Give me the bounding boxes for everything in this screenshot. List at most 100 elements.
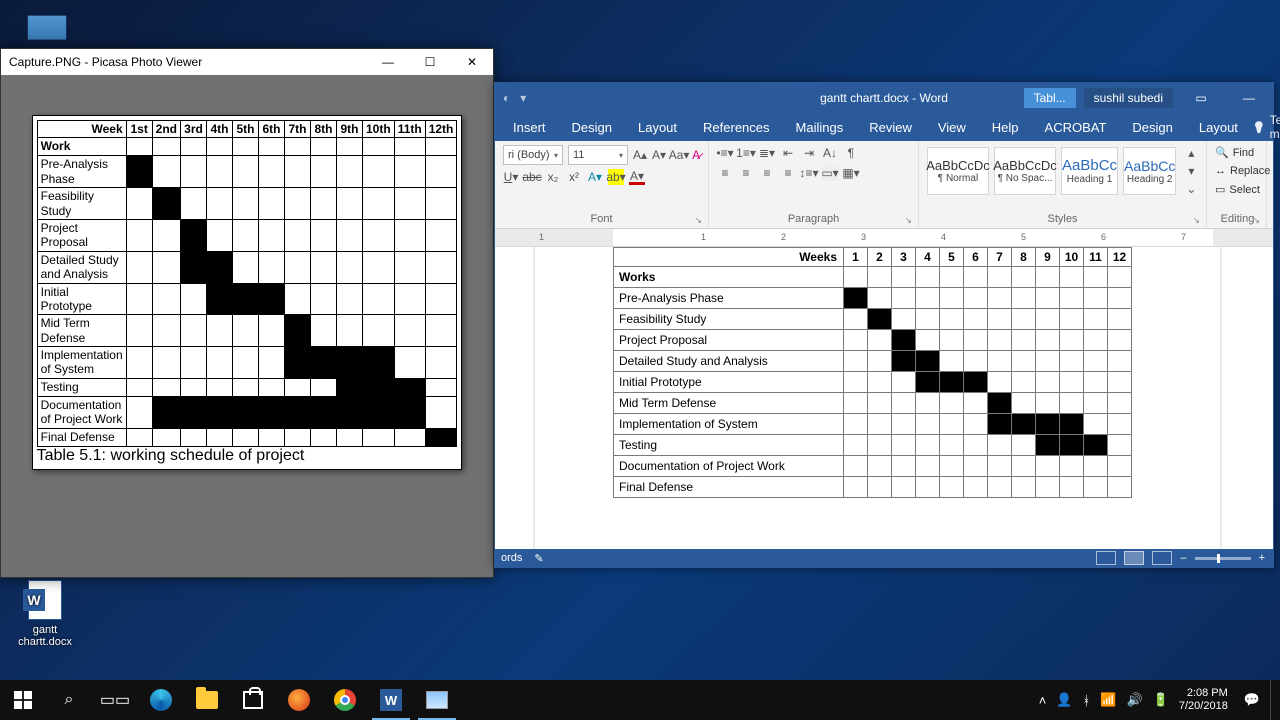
underline-icon[interactable]: U▾ <box>503 169 519 185</box>
highlight-icon[interactable]: ab▾ <box>608 169 624 185</box>
word-document-area[interactable]: Weeks123456789101112WorksPre-Analysis Ph… <box>495 247 1273 549</box>
shrink-font-icon[interactable]: A▾ <box>652 147 666 163</box>
ribbon-tab-help[interactable]: Help <box>980 115 1031 141</box>
desktop-icon-gantt-docx[interactable]: gantt chartt.docx <box>10 580 80 648</box>
zoom-out-icon[interactable]: – <box>1180 552 1186 564</box>
tray-volume-icon[interactable]: 🔊 <box>1127 692 1143 708</box>
font-color-icon[interactable]: A▾ <box>629 169 645 185</box>
select-button[interactable]: ▭Select <box>1215 182 1258 197</box>
align-left-icon[interactable]: ≡ <box>717 165 733 181</box>
close-button[interactable]: ✕ <box>451 49 493 75</box>
sort-icon[interactable]: A↓ <box>822 145 838 161</box>
picasa-photo-viewer-window[interactable]: Capture.PNG - Picasa Photo Viewer — ☐ ✕ … <box>0 48 494 578</box>
qat-dropdown-icon[interactable]: ▾ <box>520 91 526 105</box>
tray-notifications-icon[interactable]: 💬 <box>1244 692 1260 708</box>
word-minimize-button[interactable]: — <box>1229 83 1269 113</box>
taskbar-edge[interactable] <box>138 680 184 720</box>
table-tools-contextual-tab[interactable]: Tabl... <box>1024 88 1076 108</box>
tray-bluetooth-icon[interactable]: ᚼ <box>1083 693 1091 708</box>
align-center-icon[interactable]: ≡ <box>738 165 754 181</box>
read-mode-icon[interactable] <box>1096 551 1116 565</box>
bullets-icon[interactable]: •≡▾ <box>717 145 733 161</box>
ribbon-tab-view[interactable]: View <box>926 115 978 141</box>
word-user-name[interactable]: sushil subedi <box>1084 88 1173 108</box>
change-case-icon[interactable]: Aa▾ <box>671 147 687 163</box>
word-status-bar[interactable]: ords ✎ – + <box>495 549 1273 567</box>
style-heading 1[interactable]: AaBbCcHeading 1 <box>1061 147 1118 195</box>
shading-icon[interactable]: ▭▾ <box>822 165 838 181</box>
font-size-combo[interactable]: 11▾ <box>568 145 628 165</box>
taskbar-firefox[interactable] <box>276 680 322 720</box>
word-titlebar[interactable]: ◐ ▾ gantt chartt.docx - Word Tabl... sus… <box>495 83 1273 113</box>
clock-time: 2:08 PM <box>1179 687 1228 700</box>
qat-autosave-icon[interactable]: ◐ <box>503 91 510 105</box>
taskbar-file-explorer[interactable] <box>184 680 230 720</box>
replace-button[interactable]: ↔Replace <box>1215 164 1258 178</box>
status-proofing-icon[interactable]: ✎ <box>534 552 543 565</box>
ribbon-tab-mailings[interactable]: Mailings <box>784 115 856 141</box>
subscript-icon[interactable]: x₂ <box>545 169 561 185</box>
ribbon-tab-review[interactable]: Review <box>857 115 924 141</box>
taskbar-chrome[interactable] <box>322 680 368 720</box>
zoom-in-icon[interactable]: + <box>1259 552 1265 564</box>
ribbon-tab-acrobat[interactable]: ACROBAT <box>1033 115 1119 141</box>
word-ribbon: ri (Body)▾ 11▾ A▴ A▾ Aa▾ A̷ U▾ abc x₂ x²… <box>495 141 1273 229</box>
status-words[interactable]: ords <box>501 552 522 565</box>
word-ruler[interactable]: 1 1234567 <box>495 229 1273 247</box>
ribbon-tab-design[interactable]: Design <box>560 115 624 141</box>
word-page: Weeks123456789101112WorksPre-Analysis Ph… <box>535 247 1220 549</box>
numbering-icon[interactable]: 1≡▾ <box>738 145 754 161</box>
word-gantt-table[interactable]: Weeks123456789101112WorksPre-Analysis Ph… <box>613 247 1132 498</box>
font-name-combo[interactable]: ri (Body)▾ <box>503 145 563 165</box>
superscript-icon[interactable]: x² <box>566 169 582 185</box>
ribbon-tab-design[interactable]: Design <box>1120 115 1184 141</box>
ribbon-tab-layout[interactable]: Layout <box>1187 115 1250 141</box>
decrease-indent-icon[interactable]: ⇤ <box>780 145 796 161</box>
start-button[interactable] <box>0 680 46 720</box>
taskbar-photo-viewer[interactable] <box>414 680 460 720</box>
show-desktop-button[interactable] <box>1270 680 1276 720</box>
ribbon-tab-layout[interactable]: Layout <box>626 115 689 141</box>
show-marks-icon[interactable]: ¶ <box>843 145 859 161</box>
styles-row-up-icon[interactable]: ▴ <box>1183 145 1199 161</box>
find-button[interactable]: 🔍Find <box>1215 145 1258 160</box>
taskbar-word[interactable]: W <box>368 680 414 720</box>
style-¶ normal[interactable]: AaBbCcDc¶ Normal <box>927 147 989 195</box>
task-view-button[interactable]: ▭▭ <box>92 680 138 720</box>
ribbon-tab-insert[interactable]: Insert <box>501 115 558 141</box>
minimize-button[interactable]: — <box>367 49 409 75</box>
tray-wifi-icon[interactable]: 📶 <box>1100 692 1116 708</box>
align-right-icon[interactable]: ≡ <box>759 165 775 181</box>
word-window[interactable]: ◐ ▾ gantt chartt.docx - Word Tabl... sus… <box>494 82 1274 568</box>
print-layout-icon[interactable] <box>1124 551 1144 565</box>
styles-row-down-icon[interactable]: ▾ <box>1183 163 1199 179</box>
increase-indent-icon[interactable]: ⇥ <box>801 145 817 161</box>
ribbon-display-options-icon[interactable]: ▭ <box>1181 83 1221 113</box>
clear-formatting-icon[interactable]: A̷ <box>692 147 700 163</box>
maximize-button[interactable]: ☐ <box>409 49 451 75</box>
web-layout-icon[interactable] <box>1152 551 1172 565</box>
tray-up-icon[interactable]: ˄ <box>1039 693 1047 708</box>
text-effects-icon[interactable]: A▾ <box>587 169 603 185</box>
zoom-slider[interactable] <box>1195 557 1251 560</box>
ribbon-tab-references[interactable]: References <box>691 115 781 141</box>
word-ribbon-tabs: InsertDesignLayoutReferencesMailingsRevi… <box>495 113 1273 141</box>
search-button[interactable]: ⌕ <box>46 680 92 720</box>
line-spacing-icon[interactable]: ↕≡▾ <box>801 165 817 181</box>
justify-icon[interactable]: ≡ <box>780 165 796 181</box>
tell-me-search[interactable]: Tell me <box>1252 113 1280 141</box>
taskbar-store[interactable] <box>230 680 276 720</box>
borders-icon[interactable]: ▦▾ <box>843 165 859 181</box>
tray-people-icon[interactable]: 👤 <box>1056 692 1072 708</box>
multilevel-list-icon[interactable]: ≣▾ <box>759 145 775 161</box>
grow-font-icon[interactable]: A▴ <box>633 147 647 163</box>
tray-clock[interactable]: 2:08 PM 7/20/2018 <box>1179 687 1234 712</box>
windows-taskbar[interactable]: ⌕ ▭▭ W ˄ 👤 ᚼ 📶 🔊 🔋 2:08 PM 7/20/2018 💬 <box>0 680 1280 720</box>
system-tray[interactable]: ˄ 👤 ᚼ 📶 🔊 🔋 2:08 PM 7/20/2018 💬 <box>1039 680 1280 720</box>
strikethrough-icon[interactable]: abc <box>524 169 540 185</box>
styles-more-icon[interactable]: ⌄ <box>1183 181 1199 197</box>
tray-battery-icon[interactable]: 🔋 <box>1153 692 1169 708</box>
style-heading 2[interactable]: AaBbCcHeading 2 <box>1123 147 1176 195</box>
picasa-titlebar[interactable]: Capture.PNG - Picasa Photo Viewer — ☐ ✕ <box>1 49 493 75</box>
style-¶ no spac...[interactable]: AaBbCcDc¶ No Spac... <box>994 147 1056 195</box>
